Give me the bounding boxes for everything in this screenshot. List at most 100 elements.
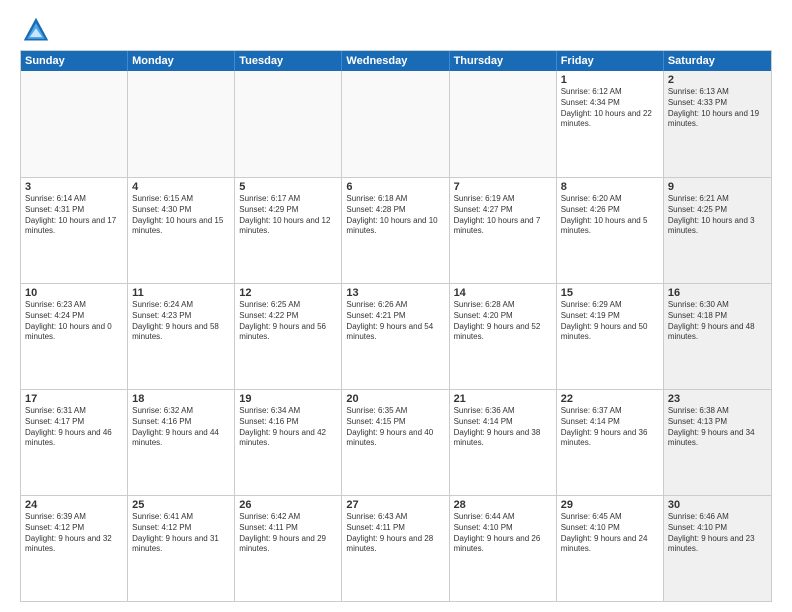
day-number: 12 — [239, 287, 337, 299]
day-number: 25 — [132, 499, 230, 511]
day-cell-17: 17Sunrise: 6:31 AM Sunset: 4:17 PM Dayli… — [21, 390, 128, 495]
day-info: Sunrise: 6:37 AM Sunset: 4:14 PM Dayligh… — [561, 406, 659, 449]
day-cell-25: 25Sunrise: 6:41 AM Sunset: 4:12 PM Dayli… — [128, 496, 235, 601]
empty-cell — [342, 71, 449, 177]
day-number: 8 — [561, 181, 659, 193]
header-day-thursday: Thursday — [450, 51, 557, 71]
header-day-sunday: Sunday — [21, 51, 128, 71]
day-cell-26: 26Sunrise: 6:42 AM Sunset: 4:11 PM Dayli… — [235, 496, 342, 601]
day-cell-10: 10Sunrise: 6:23 AM Sunset: 4:24 PM Dayli… — [21, 284, 128, 389]
header-day-saturday: Saturday — [664, 51, 771, 71]
day-info: Sunrise: 6:31 AM Sunset: 4:17 PM Dayligh… — [25, 406, 123, 449]
day-number: 7 — [454, 181, 552, 193]
day-info: Sunrise: 6:35 AM Sunset: 4:15 PM Dayligh… — [346, 406, 444, 449]
day-cell-20: 20Sunrise: 6:35 AM Sunset: 4:15 PM Dayli… — [342, 390, 449, 495]
day-number: 23 — [668, 393, 767, 405]
logo-icon — [20, 16, 52, 44]
day-cell-23: 23Sunrise: 6:38 AM Sunset: 4:13 PM Dayli… — [664, 390, 771, 495]
day-cell-14: 14Sunrise: 6:28 AM Sunset: 4:20 PM Dayli… — [450, 284, 557, 389]
day-info: Sunrise: 6:26 AM Sunset: 4:21 PM Dayligh… — [346, 300, 444, 343]
day-number: 21 — [454, 393, 552, 405]
day-info: Sunrise: 6:21 AM Sunset: 4:25 PM Dayligh… — [668, 194, 767, 237]
day-number: 2 — [668, 74, 767, 86]
logo — [20, 16, 56, 44]
day-info: Sunrise: 6:39 AM Sunset: 4:12 PM Dayligh… — [25, 512, 123, 555]
day-number: 24 — [25, 499, 123, 511]
day-number: 17 — [25, 393, 123, 405]
day-number: 9 — [668, 181, 767, 193]
day-info: Sunrise: 6:34 AM Sunset: 4:16 PM Dayligh… — [239, 406, 337, 449]
empty-cell — [128, 71, 235, 177]
day-cell-12: 12Sunrise: 6:25 AM Sunset: 4:22 PM Dayli… — [235, 284, 342, 389]
day-info: Sunrise: 6:36 AM Sunset: 4:14 PM Dayligh… — [454, 406, 552, 449]
empty-cell — [235, 71, 342, 177]
header-day-tuesday: Tuesday — [235, 51, 342, 71]
empty-cell — [21, 71, 128, 177]
day-cell-29: 29Sunrise: 6:45 AM Sunset: 4:10 PM Dayli… — [557, 496, 664, 601]
day-cell-28: 28Sunrise: 6:44 AM Sunset: 4:10 PM Dayli… — [450, 496, 557, 601]
calendar: SundayMondayTuesdayWednesdayThursdayFrid… — [20, 50, 772, 602]
calendar-row-5: 24Sunrise: 6:39 AM Sunset: 4:12 PM Dayli… — [21, 495, 771, 601]
day-number: 29 — [561, 499, 659, 511]
day-cell-15: 15Sunrise: 6:29 AM Sunset: 4:19 PM Dayli… — [557, 284, 664, 389]
day-number: 14 — [454, 287, 552, 299]
day-cell-16: 16Sunrise: 6:30 AM Sunset: 4:18 PM Dayli… — [664, 284, 771, 389]
header-day-wednesday: Wednesday — [342, 51, 449, 71]
day-cell-24: 24Sunrise: 6:39 AM Sunset: 4:12 PM Dayli… — [21, 496, 128, 601]
day-number: 5 — [239, 181, 337, 193]
day-number: 26 — [239, 499, 337, 511]
day-info: Sunrise: 6:12 AM Sunset: 4:34 PM Dayligh… — [561, 87, 659, 130]
calendar-body: 1Sunrise: 6:12 AM Sunset: 4:34 PM Daylig… — [21, 71, 771, 601]
header — [20, 16, 772, 44]
day-info: Sunrise: 6:18 AM Sunset: 4:28 PM Dayligh… — [346, 194, 444, 237]
day-info: Sunrise: 6:32 AM Sunset: 4:16 PM Dayligh… — [132, 406, 230, 449]
day-cell-7: 7Sunrise: 6:19 AM Sunset: 4:27 PM Daylig… — [450, 178, 557, 283]
day-info: Sunrise: 6:41 AM Sunset: 4:12 PM Dayligh… — [132, 512, 230, 555]
day-cell-1: 1Sunrise: 6:12 AM Sunset: 4:34 PM Daylig… — [557, 71, 664, 177]
day-cell-13: 13Sunrise: 6:26 AM Sunset: 4:21 PM Dayli… — [342, 284, 449, 389]
day-cell-22: 22Sunrise: 6:37 AM Sunset: 4:14 PM Dayli… — [557, 390, 664, 495]
day-number: 20 — [346, 393, 444, 405]
day-cell-3: 3Sunrise: 6:14 AM Sunset: 4:31 PM Daylig… — [21, 178, 128, 283]
day-info: Sunrise: 6:38 AM Sunset: 4:13 PM Dayligh… — [668, 406, 767, 449]
day-cell-6: 6Sunrise: 6:18 AM Sunset: 4:28 PM Daylig… — [342, 178, 449, 283]
day-cell-27: 27Sunrise: 6:43 AM Sunset: 4:11 PM Dayli… — [342, 496, 449, 601]
day-info: Sunrise: 6:45 AM Sunset: 4:10 PM Dayligh… — [561, 512, 659, 555]
calendar-row-3: 10Sunrise: 6:23 AM Sunset: 4:24 PM Dayli… — [21, 283, 771, 389]
day-info: Sunrise: 6:28 AM Sunset: 4:20 PM Dayligh… — [454, 300, 552, 343]
day-number: 6 — [346, 181, 444, 193]
day-cell-18: 18Sunrise: 6:32 AM Sunset: 4:16 PM Dayli… — [128, 390, 235, 495]
day-number: 10 — [25, 287, 123, 299]
day-info: Sunrise: 6:43 AM Sunset: 4:11 PM Dayligh… — [346, 512, 444, 555]
day-info: Sunrise: 6:25 AM Sunset: 4:22 PM Dayligh… — [239, 300, 337, 343]
day-number: 18 — [132, 393, 230, 405]
day-info: Sunrise: 6:19 AM Sunset: 4:27 PM Dayligh… — [454, 194, 552, 237]
day-cell-2: 2Sunrise: 6:13 AM Sunset: 4:33 PM Daylig… — [664, 71, 771, 177]
day-info: Sunrise: 6:14 AM Sunset: 4:31 PM Dayligh… — [25, 194, 123, 237]
day-number: 15 — [561, 287, 659, 299]
day-info: Sunrise: 6:20 AM Sunset: 4:26 PM Dayligh… — [561, 194, 659, 237]
calendar-row-4: 17Sunrise: 6:31 AM Sunset: 4:17 PM Dayli… — [21, 389, 771, 495]
calendar-row-2: 3Sunrise: 6:14 AM Sunset: 4:31 PM Daylig… — [21, 177, 771, 283]
empty-cell — [450, 71, 557, 177]
day-cell-5: 5Sunrise: 6:17 AM Sunset: 4:29 PM Daylig… — [235, 178, 342, 283]
header-day-monday: Monday — [128, 51, 235, 71]
day-number: 1 — [561, 74, 659, 86]
day-number: 22 — [561, 393, 659, 405]
day-info: Sunrise: 6:15 AM Sunset: 4:30 PM Dayligh… — [132, 194, 230, 237]
day-number: 3 — [25, 181, 123, 193]
day-cell-4: 4Sunrise: 6:15 AM Sunset: 4:30 PM Daylig… — [128, 178, 235, 283]
day-number: 16 — [668, 287, 767, 299]
day-info: Sunrise: 6:30 AM Sunset: 4:18 PM Dayligh… — [668, 300, 767, 343]
day-cell-11: 11Sunrise: 6:24 AM Sunset: 4:23 PM Dayli… — [128, 284, 235, 389]
day-info: Sunrise: 6:17 AM Sunset: 4:29 PM Dayligh… — [239, 194, 337, 237]
day-info: Sunrise: 6:24 AM Sunset: 4:23 PM Dayligh… — [132, 300, 230, 343]
day-info: Sunrise: 6:44 AM Sunset: 4:10 PM Dayligh… — [454, 512, 552, 555]
day-number: 30 — [668, 499, 767, 511]
day-number: 4 — [132, 181, 230, 193]
day-cell-19: 19Sunrise: 6:34 AM Sunset: 4:16 PM Dayli… — [235, 390, 342, 495]
day-cell-30: 30Sunrise: 6:46 AM Sunset: 4:10 PM Dayli… — [664, 496, 771, 601]
page: SundayMondayTuesdayWednesdayThursdayFrid… — [0, 0, 792, 612]
day-cell-21: 21Sunrise: 6:36 AM Sunset: 4:14 PM Dayli… — [450, 390, 557, 495]
day-number: 28 — [454, 499, 552, 511]
